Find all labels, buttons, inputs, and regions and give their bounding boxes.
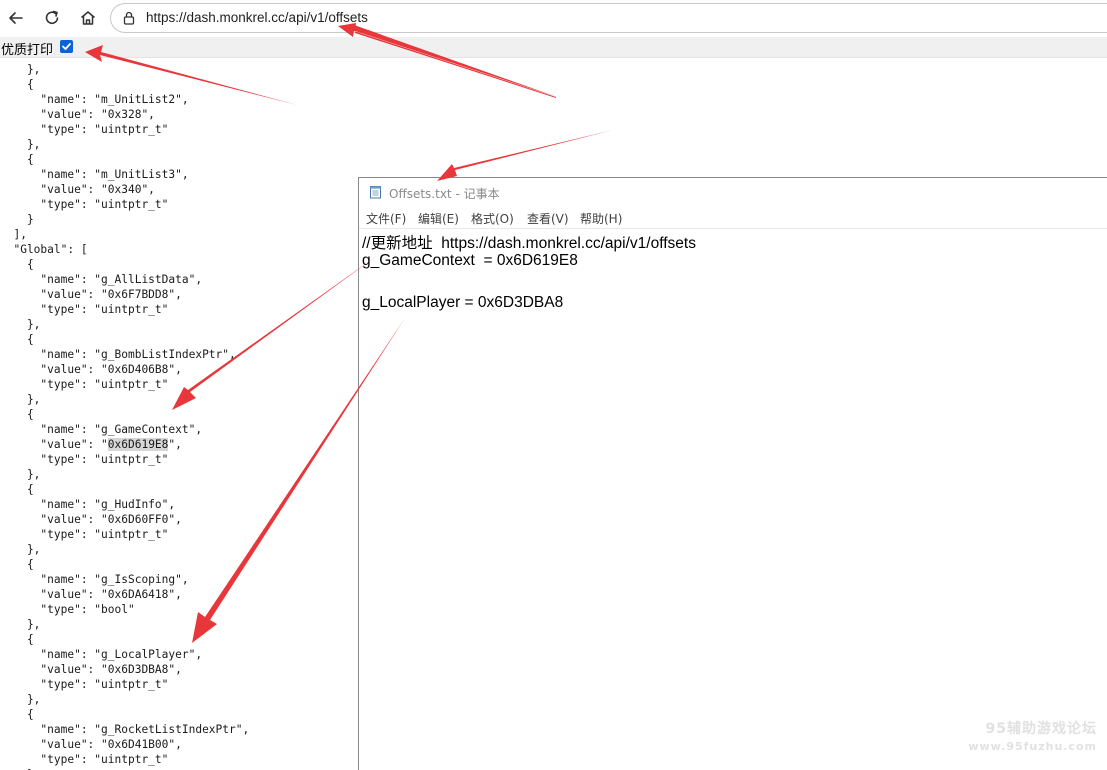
- watermark-title: 95辅助游戏论坛: [985, 721, 1097, 737]
- notepad-title: Offsets.txt - 记事本: [389, 187, 500, 201]
- menu-format[interactable]: 格式(O): [471, 210, 514, 227]
- json-viewer: }, { "name": "m_UnitList2", "value": "0x…: [0, 58, 360, 770]
- json-line: "type": "uintptr_t": [0, 123, 169, 136]
- json-line: {: [0, 558, 34, 571]
- menu-file[interactable]: 文件(F): [366, 210, 406, 227]
- refresh-button[interactable]: [39, 5, 65, 31]
- json-line: },: [0, 468, 41, 481]
- home-button[interactable]: [75, 5, 101, 31]
- json-line: {: [0, 258, 34, 271]
- back-button[interactable]: [3, 5, 29, 31]
- site-info-icon[interactable]: [121, 10, 137, 26]
- json-line: "value": "0x6F7BDD8",: [0, 288, 182, 301]
- json-line: {: [0, 633, 34, 646]
- address-bar[interactable]: https://dash.monkrel.cc/api/v1/offsets: [110, 3, 1107, 33]
- json-line: "value": "0x328",: [0, 108, 155, 121]
- json-line: "name": "g_BombListIndexPtr",: [0, 348, 236, 361]
- json-line: "name": "g_HudInfo",: [0, 498, 176, 511]
- json-line: {: [0, 333, 34, 346]
- json-line: "type": "uintptr_t": [0, 753, 169, 766]
- json-line: "value": "0x6DA6418",: [0, 588, 182, 601]
- text-line-2: g_GameContext = 0x6D619E8: [362, 252, 578, 269]
- json-line: "name": "g_GameContext",: [0, 423, 203, 436]
- json-selected-value[interactable]: 0x6D619E8: [107, 438, 169, 451]
- watermark-url: www.95fuzhu.com: [968, 740, 1097, 753]
- json-line: },: [0, 318, 41, 331]
- json-line: "name": "g_LocalPlayer",: [0, 648, 203, 661]
- json-line: "type": "uintptr_t": [0, 678, 169, 691]
- json-line: {: [0, 408, 34, 421]
- json-line: "value": "0x340",: [0, 183, 155, 196]
- notepad-icon: [370, 186, 381, 199]
- home-icon: [81, 11, 95, 25]
- menu-help[interactable]: 帮助(H): [580, 210, 622, 227]
- json-line: }: [0, 213, 34, 226]
- json-line: "name": "g_IsScoping",: [0, 573, 189, 586]
- json-line: "Global": [: [0, 243, 88, 256]
- text-line-4: g_LocalPlayer = 0x6D3DBA8: [362, 294, 564, 311]
- menu-edit[interactable]: 编辑(E): [418, 210, 459, 227]
- json-line: "type": "uintptr_t": [0, 453, 169, 466]
- json-line: "type": "uintptr_t": [0, 198, 169, 211]
- json-line: {: [0, 78, 34, 91]
- print-bar: 优质打印: [0, 37, 1107, 58]
- json-line: "name": "g_RocketListIndexPtr",: [0, 723, 250, 736]
- url-text[interactable]: https://dash.monkrel.cc/api/v1/offsets: [146, 10, 368, 25]
- checkmark-icon: [62, 43, 71, 50]
- json-line: {: [0, 153, 34, 166]
- json-line: "value": "0x6D3DBA8",: [0, 663, 182, 676]
- json-line: "name": "g_AllListData",: [0, 273, 203, 286]
- json-line: "value": "0x6D406B8",: [0, 363, 182, 376]
- json-line: "type": "bool": [0, 603, 135, 616]
- print-quality-checkbox[interactable]: [60, 40, 73, 53]
- annotation-arrow-notepad: [437, 130, 613, 181]
- json-line: "type": "uintptr_t": [0, 378, 169, 391]
- json-line: "value": "0x6D60FF0",: [0, 513, 182, 526]
- refresh-icon: [45, 10, 59, 24]
- notepad-text-area[interactable]: //更新地址 https://dash.monkrel.cc/api/v1/of…: [359, 230, 1107, 770]
- menu-view[interactable]: 查看(V): [527, 210, 569, 227]
- json-line: },: [0, 138, 41, 151]
- json-line: "value": "0x6D619E8",: [0, 437, 182, 452]
- json-line: },: [0, 393, 41, 406]
- json-line: },: [0, 693, 41, 706]
- json-line: "type": "uintptr_t": [0, 303, 169, 316]
- notepad-titlebar[interactable]: Offsets.txt - 记事本: [359, 178, 1107, 206]
- json-line: "value": "0x6D41B00",: [0, 738, 182, 751]
- json-line: },: [0, 618, 41, 631]
- json-line: },: [0, 543, 41, 556]
- text-line-1: //更新地址 https://dash.monkrel.cc/api/v1/of…: [362, 235, 696, 252]
- json-line: {: [0, 483, 34, 496]
- json-suffix-text: ",: [168, 438, 182, 451]
- notepad-menubar: 文件(F) 编辑(E) 格式(O) 查看(V) 帮助(H): [359, 207, 1107, 229]
- arrow-left-icon: [9, 12, 23, 24]
- json-key-text: "value": ": [0, 438, 108, 451]
- json-line: "type": "uintptr_t": [0, 528, 169, 541]
- json-line: ],: [0, 228, 27, 241]
- print-quality-label: 优质打印: [1, 43, 54, 58]
- json-line: {: [0, 708, 34, 721]
- json-line: "name": "m_UnitList3",: [0, 168, 189, 181]
- notepad-window: Offsets.txt - 记事本 文件(F) 编辑(E) 格式(O) 查看(V…: [358, 177, 1107, 770]
- browser-toolbar: https://dash.monkrel.cc/api/v1/offsets: [0, 0, 1107, 37]
- json-line: "name": "m_UnitList2",: [0, 93, 189, 106]
- json-line: },: [0, 63, 41, 76]
